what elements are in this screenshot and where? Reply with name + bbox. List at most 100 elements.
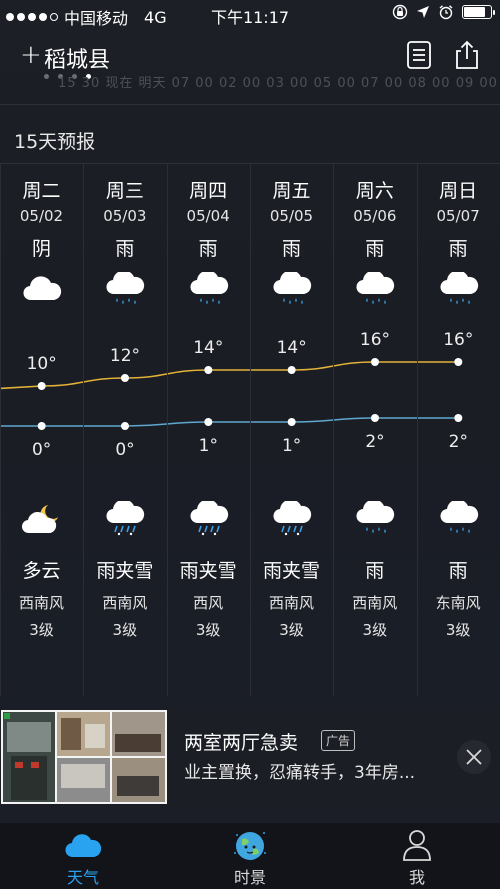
forecast-grid: 周二 05/02 阴多云 西南风 3级 周三 05/03 雨雨夹雪 西南风 3级 周四 05/04 雨雨… (0, 164, 500, 696)
night-condition: 多云 (22, 560, 61, 582)
ad-banner[interactable]: 两室两厅急卖 广告 业主置换，忍痛转手，3年房... (0, 708, 500, 806)
high-temp-label: 14° (276, 338, 307, 358)
alarm-icon (439, 5, 453, 20)
wind-direction: 西风 (193, 594, 224, 612)
ad-title[interactable]: 两室两厅急卖 (184, 728, 298, 755)
person-icon (403, 830, 431, 861)
high-temp-curve-point (120, 374, 129, 382)
high-temp-curve-point (37, 382, 46, 390)
day-condition: 雨 (365, 238, 385, 260)
wind-direction: 西南风 (268, 594, 314, 612)
orientation-lock-icon (392, 4, 408, 20)
day-date: 05/02 (19, 207, 64, 225)
tab-label: 我 (408, 868, 425, 887)
day-name: 周四 (189, 180, 228, 202)
wind-direction: 西南风 (18, 594, 64, 612)
sleet-icon (105, 499, 145, 537)
hourly-strip-partial: 15 30 现在 明天 07 00 02 00 03 00 05 00 07 0… (58, 76, 500, 88)
wind-level: 3级 (279, 621, 304, 639)
day-date: 05/04 (186, 207, 230, 225)
status-right (392, 4, 495, 20)
cloud-icon (22, 272, 62, 304)
high-temp-label: 16° (443, 330, 474, 350)
night-condition: 雨 (365, 560, 385, 582)
night-condition: 雨夹雪 (179, 560, 237, 582)
day-condition: 雨 (281, 238, 301, 260)
city-name: 稻城县 (44, 48, 111, 73)
low-temp-label: 0° (31, 440, 52, 460)
wind-level: 3级 (445, 621, 471, 639)
tab-scenery[interactable]: 时景 (167, 823, 333, 889)
rain-icon (355, 499, 395, 537)
day-name: 周五 (272, 180, 311, 202)
low-temp-curve-point (204, 418, 213, 426)
day-name: 周日 (439, 180, 478, 202)
location-arrow-icon (417, 6, 429, 18)
high-temp-label: 10° (26, 354, 57, 374)
wind-level: 3级 (195, 621, 221, 639)
tab-label: 时景 (233, 868, 266, 887)
low-temp-label: 1° (198, 436, 218, 456)
ad-description[interactable]: 业主置换，忍痛转手，3年房... (184, 758, 446, 783)
night-condition: 雨 (448, 560, 468, 582)
day-date: 05/06 (353, 207, 397, 225)
day-condition: 雨 (448, 238, 468, 260)
rain-icon (439, 499, 479, 537)
low-temp-label: 0° (115, 440, 135, 460)
wind-level: 3级 (112, 621, 138, 639)
tab-me[interactable]: 我 (334, 823, 500, 889)
sleet-icon (272, 499, 312, 537)
wind-direction: 西南风 (352, 594, 398, 612)
low-temp-curve-point (370, 414, 379, 422)
cloud-icon (65, 834, 102, 858)
list-icon[interactable] (404, 40, 434, 70)
rain-icon (105, 270, 145, 304)
low-temp-label: 2° (448, 432, 468, 452)
low-temp-curve-point (454, 414, 463, 422)
high-temp-curve-point (370, 358, 379, 366)
close-icon[interactable] (457, 740, 491, 774)
wind-direction: 东南风 (435, 594, 481, 612)
rain-icon (189, 270, 229, 304)
moon-cloud-icon (21, 501, 62, 537)
day-date: 05/05 (269, 207, 314, 225)
rain-icon (439, 270, 479, 304)
globe-icon (234, 832, 266, 860)
night-condition: 雨夹雪 (96, 560, 154, 582)
status-bar: 中国移动 4G 下午11:17 (0, 0, 500, 30)
high-temp-label: 14° (193, 338, 224, 358)
day-name: 周三 (105, 180, 144, 202)
low-temp-label: 1° (281, 436, 302, 456)
day-name: 周二 (22, 180, 61, 202)
section-title: 15天预报 (14, 131, 96, 153)
day-condition: 雨 (198, 238, 218, 260)
rain-icon (355, 270, 395, 304)
tab-bar: 天气 时景 我 (0, 823, 500, 889)
low-temp-curve-point (120, 422, 129, 430)
day-condition: 雨 (115, 238, 135, 260)
add-city-button[interactable]: + (20, 42, 42, 68)
battery-level (464, 7, 486, 17)
tab-label: 天气 (66, 868, 99, 887)
ad-thumbnail-image[interactable] (1, 710, 167, 804)
sleet-icon (189, 499, 229, 537)
low-temp-curve-point (37, 422, 46, 430)
rain-icon (272, 270, 312, 304)
day-date: 05/03 (103, 207, 147, 225)
share-icon[interactable] (452, 40, 482, 70)
wind-level: 3级 (29, 621, 54, 639)
low-temp-curve-point (287, 418, 296, 426)
high-temp-label: 16° (359, 330, 391, 350)
night-condition: 雨夹雪 (262, 560, 320, 582)
ad-badge: 广告 (321, 730, 356, 751)
low-temp-curve (0, 417, 459, 427)
tab-weather[interactable]: 天气 (0, 823, 166, 889)
high-temp-label: 12° (109, 346, 141, 366)
high-temp-curve-point (454, 358, 463, 366)
low-temp-label: 2° (365, 432, 385, 452)
day-date: 05/07 (436, 207, 480, 225)
high-temp-curve-point (287, 366, 296, 374)
day-condition: 阴 (31, 238, 51, 260)
high-temp-curve-point (204, 366, 213, 374)
battery-icon (462, 5, 495, 19)
